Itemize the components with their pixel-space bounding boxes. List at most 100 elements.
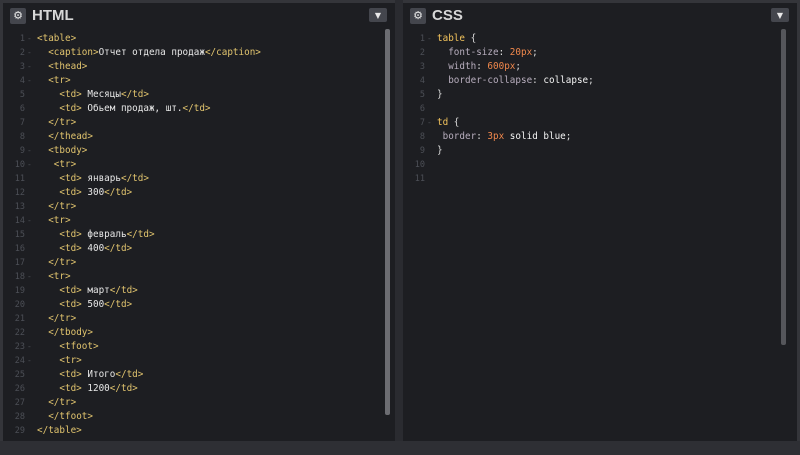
- code-line[interactable]: 3 width: 600px;: [403, 60, 797, 74]
- code-line[interactable]: 24- <tr>: [3, 354, 395, 368]
- code-line[interactable]: 3- <thead>: [3, 60, 395, 74]
- fold-marker[interactable]: -: [27, 60, 32, 74]
- code-text: border: 3px solid blue;: [442, 131, 572, 142]
- code-line[interactable]: 8 border: 3px solid blue;: [403, 130, 797, 144]
- html-collapse-button[interactable]: ▼: [369, 8, 387, 22]
- code-text: </tfoot>: [48, 411, 93, 422]
- code-line[interactable]: 20 <td> 500</td>: [3, 298, 395, 312]
- code-line[interactable]: 6: [403, 102, 797, 116]
- line-number: 9: [419, 146, 425, 156]
- fold-marker[interactable]: -: [427, 32, 432, 46]
- code-line[interactable]: 17 </tr>: [3, 256, 395, 270]
- code-text: font-size: 20px;: [448, 47, 538, 58]
- code-text: <tr>: [59, 355, 82, 366]
- line-number: 6: [19, 104, 25, 114]
- line-number: 21: [14, 314, 25, 324]
- code-line[interactable]: 13 </tr>: [3, 200, 395, 214]
- css-code-editor[interactable]: 1- table {2 font-size: 20px; 3 width: 600p…: [403, 32, 797, 441]
- line-number: 11: [414, 174, 425, 184]
- code-line[interactable]: 1- <table>: [3, 32, 395, 46]
- code-text: <tbody>: [48, 145, 88, 156]
- code-line[interactable]: 7- td {: [403, 116, 797, 130]
- line-number: 3: [19, 62, 25, 72]
- code-line[interactable]: 1- table {: [403, 32, 797, 46]
- code-text: <td> март</td>: [59, 285, 138, 296]
- code-line[interactable]: 10: [403, 158, 797, 172]
- fold-marker[interactable]: -: [27, 158, 32, 172]
- chevron-down-icon: ▼: [776, 10, 784, 20]
- code-line[interactable]: 16 <td> 400</td>: [3, 242, 395, 256]
- bottom-bar: [0, 441, 800, 455]
- code-line[interactable]: 10- <tr>: [3, 158, 395, 172]
- line-number: 24: [14, 356, 25, 366]
- line-number: 25: [14, 370, 25, 380]
- code-line[interactable]: 2 font-size: 20px;: [403, 46, 797, 60]
- line-number: 7: [419, 118, 425, 128]
- code-text: td {: [437, 117, 460, 128]
- line-number: 19: [14, 286, 25, 296]
- code-line[interactable]: 12 <td> 300</td>: [3, 186, 395, 200]
- line-number: 11: [14, 174, 25, 184]
- html-scrollbar[interactable]: [385, 29, 390, 415]
- code-line[interactable]: 14- <tr>: [3, 214, 395, 228]
- code-line[interactable]: 22 </tbody>: [3, 326, 395, 340]
- code-line[interactable]: 15 <td> февраль</td>: [3, 228, 395, 242]
- html-code-editor[interactable]: 1- <table> 2- <caption>Отчет отдела продаж…: [3, 32, 395, 441]
- css-scrollbar[interactable]: [781, 29, 786, 345]
- gear-icon: ⚙: [413, 9, 423, 22]
- fold-marker[interactable]: -: [27, 144, 32, 158]
- css-pane: ⚙ CSS ▼ 1- table {2 font-size: 20px; 3 wid…: [403, 3, 797, 441]
- fold-marker[interactable]: -: [27, 354, 32, 368]
- code-text: <tfoot>: [59, 341, 99, 352]
- code-text: <thead>: [48, 61, 88, 72]
- code-text: <caption>Отчет отдела продаж</caption>: [48, 47, 261, 58]
- line-number: 10: [414, 160, 425, 170]
- code-text: table {: [437, 33, 477, 44]
- css-settings-button[interactable]: ⚙: [410, 8, 426, 24]
- code-line[interactable]: 4 border-collapse: collapse;: [403, 74, 797, 88]
- code-line[interactable]: 11: [403, 172, 797, 186]
- code-line[interactable]: 21 </tr>: [3, 312, 395, 326]
- html-settings-button[interactable]: ⚙: [10, 8, 26, 24]
- line-number: 6: [419, 104, 425, 114]
- line-number: 22: [14, 328, 25, 338]
- code-line[interactable]: 27 </tr>: [3, 396, 395, 410]
- code-text: <td> 500</td>: [59, 299, 133, 310]
- code-line[interactable]: 2- <caption>Отчет отдела продаж</caption…: [3, 46, 395, 60]
- code-line[interactable]: 26 <td> 1200</td>: [3, 382, 395, 396]
- code-line[interactable]: 18- <tr>: [3, 270, 395, 284]
- code-line[interactable]: 4- <tr>: [3, 74, 395, 88]
- code-line[interactable]: 29 </table>: [3, 424, 395, 438]
- fold-marker[interactable]: -: [27, 270, 32, 284]
- code-line[interactable]: 8 </thead>: [3, 130, 395, 144]
- code-line[interactable]: 25 <td> Итого</td>: [3, 368, 395, 382]
- code-text: </tbody>: [48, 327, 93, 338]
- line-number: 8: [419, 132, 425, 142]
- code-line[interactable]: 9- <tbody>: [3, 144, 395, 158]
- pane-resizer[interactable]: [395, 0, 403, 455]
- code-line[interactable]: 6 <td> Обьем продаж, шт.</td>: [3, 102, 395, 116]
- fold-marker[interactable]: -: [27, 32, 32, 46]
- code-line[interactable]: 9}: [403, 144, 797, 158]
- code-line[interactable]: 11 <td> январь</td>: [3, 172, 395, 186]
- fold-marker[interactable]: -: [27, 214, 32, 228]
- fold-marker[interactable]: -: [27, 46, 32, 60]
- code-text: <td> 400</td>: [59, 243, 133, 254]
- html-pane-title: HTML: [32, 7, 74, 24]
- fold-marker[interactable]: -: [427, 116, 432, 130]
- code-line[interactable]: 5 <td> Месяцы</td>: [3, 88, 395, 102]
- code-line[interactable]: 28 </tfoot>: [3, 410, 395, 424]
- line-number: 5: [419, 90, 425, 100]
- code-line[interactable]: 23- <tfoot>: [3, 340, 395, 354]
- code-line[interactable]: 19 <td> март</td>: [3, 284, 395, 298]
- code-text: <td> февраль</td>: [59, 229, 155, 240]
- css-collapse-button[interactable]: ▼: [771, 8, 789, 22]
- line-number: 4: [419, 76, 425, 86]
- fold-marker[interactable]: -: [27, 74, 32, 88]
- line-number: 29: [14, 426, 25, 436]
- code-line[interactable]: 5}: [403, 88, 797, 102]
- fold-marker[interactable]: -: [27, 340, 32, 354]
- code-text: </tr>: [48, 397, 77, 408]
- code-line[interactable]: 7 </tr>: [3, 116, 395, 130]
- line-number: 23: [14, 342, 25, 352]
